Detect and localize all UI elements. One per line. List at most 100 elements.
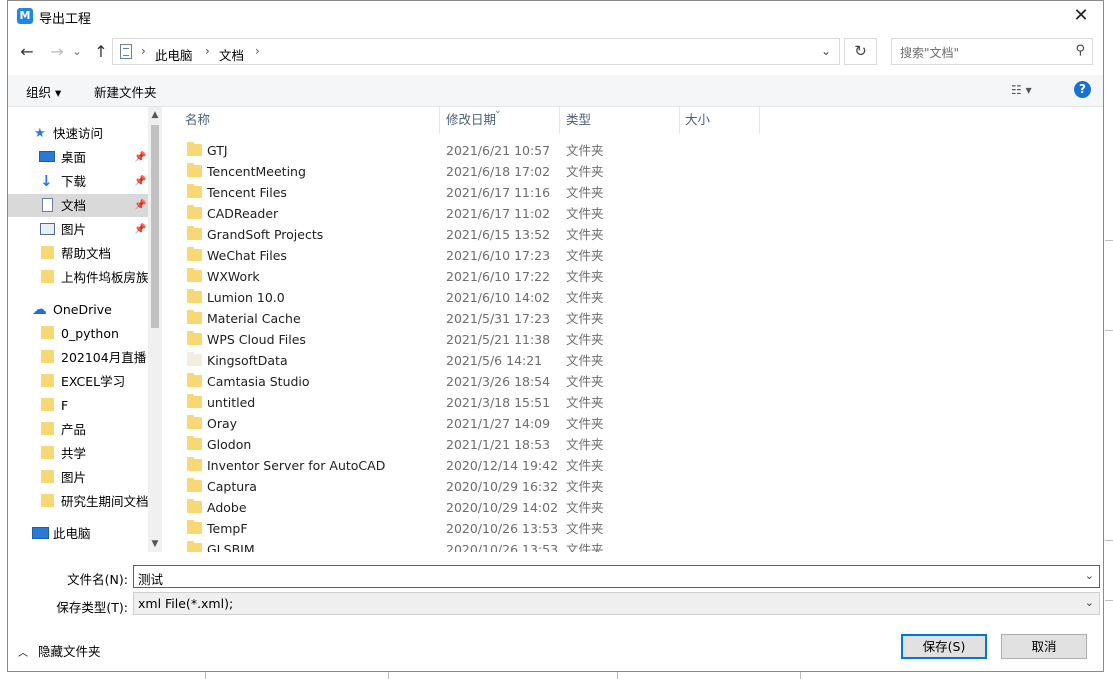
file-type: 文件夹 xyxy=(566,143,604,158)
organize-menu-button[interactable]: 组织 ▾ xyxy=(26,82,61,101)
chevron-down-icon[interactable]: ⌄ xyxy=(1085,596,1094,609)
sidebar-item-this-pc[interactable]: 此电脑 xyxy=(8,522,148,545)
scroll-down-arrow-icon[interactable]: ▼ xyxy=(148,539,162,549)
file-row[interactable]: Captura 2020/10/29 16:32 文件夹 xyxy=(163,476,923,497)
file-row[interactable]: Camtasia Studio 2021/3/26 18:54 文件夹 xyxy=(163,371,923,392)
navigation-pane: ★ 快速访问 桌面 📌 ↓ 下载 📌 文档 📌 图片 📌 帮助文档 上构件坞板房… xyxy=(8,107,162,552)
sidebar-item-component-folder[interactable]: 上构件坞板房族 xyxy=(8,266,149,289)
scrollbar-thumb[interactable] xyxy=(151,125,159,328)
save-button[interactable]: 保存(S) xyxy=(901,634,987,659)
file-modified-date: 2021/6/15 13:52 xyxy=(446,227,551,242)
file-modified-date: 2021/5/31 17:23 xyxy=(446,311,551,326)
search-icon[interactable]: ⚲ xyxy=(1075,43,1085,58)
file-row[interactable]: WeChat Files 2021/6/10 17:23 文件夹 xyxy=(163,245,923,266)
folder-icon xyxy=(187,499,202,513)
breadcrumb-this-pc[interactable]: 此电脑 xyxy=(155,45,193,64)
file-type: 文件夹 xyxy=(566,269,604,284)
sidebar-item-downloads[interactable]: ↓ 下载 📌 xyxy=(8,170,148,193)
navigation-scrollbar[interactable]: ▲ ▼ xyxy=(148,107,162,552)
help-icon[interactable]: ? xyxy=(1074,81,1091,98)
chevron-down-icon[interactable]: ⌄ xyxy=(821,44,831,58)
column-divider xyxy=(759,107,760,134)
column-header-size[interactable]: 大小 xyxy=(685,107,710,134)
sidebar-item-folder[interactable]: 研究生期间文档 xyxy=(8,490,149,513)
file-row[interactable]: Adobe 2020/10/29 14:02 文件夹 xyxy=(163,497,923,518)
sidebar-item-folder[interactable]: 图片 xyxy=(8,466,148,489)
address-bar[interactable]: › 此电脑 › 文档 › ⌄ xyxy=(112,38,840,65)
file-type: 文件夹 xyxy=(566,521,604,536)
filename-value[interactable]: 测试 xyxy=(138,569,163,588)
file-row[interactable]: WXWork 2021/6/10 17:22 文件夹 xyxy=(163,266,923,287)
file-row[interactable]: TempF 2020/10/26 13:53 文件夹 xyxy=(163,518,923,539)
sidebar-item-label: 共学 xyxy=(61,446,87,461)
file-row[interactable]: GrandSoft Projects 2021/6/15 13:52 文件夹 xyxy=(163,224,923,245)
column-header-date[interactable]: 修改日期 xyxy=(446,107,496,134)
folder-icon xyxy=(187,247,202,261)
folder-icon xyxy=(187,205,202,219)
sidebar-item-label: 产品 xyxy=(61,422,87,437)
background-line xyxy=(205,672,206,679)
file-row[interactable]: WPS Cloud Files 2021/5/21 11:38 文件夹 xyxy=(163,329,923,350)
title-bar: M 导出工程 ✕ xyxy=(8,1,1103,32)
file-name: WXWork xyxy=(207,269,260,284)
filetype-select[interactable]: xml File(*.xml); ⌄ xyxy=(133,592,1100,615)
back-button[interactable]: ← xyxy=(16,41,38,63)
column-header-name[interactable]: 名称 xyxy=(185,107,210,134)
file-modified-date: 2020/10/29 14:02 xyxy=(446,500,559,515)
sidebar-item-desktop[interactable]: 桌面 📌 xyxy=(8,146,148,169)
file-row[interactable]: Glodon 2021/1/21 18:53 文件夹 xyxy=(163,434,923,455)
file-row[interactable]: TencentMeeting 2021/6/18 17:02 文件夹 xyxy=(163,161,923,182)
sidebar-item-folder[interactable]: F xyxy=(8,394,148,417)
file-type: 文件夹 xyxy=(566,206,604,221)
file-row[interactable]: KingsoftData 2021/5/6 14:21 文件夹 xyxy=(163,350,923,371)
file-row[interactable]: Lumion 10.0 2021/6/10 14:02 文件夹 xyxy=(163,287,923,308)
command-toolbar: 组织 ▾ 新建文件夹 ☷ ▾ ? xyxy=(8,75,1103,107)
sidebar-item-folder[interactable]: EXCEL学习 xyxy=(8,370,148,393)
file-row[interactable]: Tencent Files 2021/6/17 11:16 文件夹 xyxy=(163,182,923,203)
sidebar-item-label: 桌面 xyxy=(61,150,87,165)
background-line xyxy=(388,672,389,679)
sidebar-item-folder[interactable]: 共学 xyxy=(8,442,148,465)
view-options-button[interactable]: ☷ ▾ xyxy=(1011,83,1032,97)
file-name: Material Cache xyxy=(207,311,301,326)
file-row[interactable]: untitled 2021/3/18 15:51 文件夹 xyxy=(163,392,923,413)
file-row[interactable]: Oray 2021/1/27 14:09 文件夹 xyxy=(163,413,923,434)
sidebar-item-onedrive[interactable]: ☁ OneDrive xyxy=(8,298,148,321)
sidebar-item-label: 202104月直播 xyxy=(61,350,147,365)
refresh-button[interactable]: ↻ xyxy=(844,38,877,65)
file-name: CADReader xyxy=(207,206,279,221)
file-name: KingsoftData xyxy=(207,353,288,368)
sidebar-item-documents[interactable]: 文档 📌 xyxy=(8,194,148,217)
file-name: GTJ xyxy=(207,143,228,158)
filename-field[interactable]: 测试 ⌄ xyxy=(133,565,1100,588)
hide-folders-toggle[interactable]: ︿ 隐藏文件夹 xyxy=(18,641,101,660)
forward-button[interactable]: → xyxy=(46,41,68,63)
star-icon: ★ xyxy=(34,126,46,141)
sidebar-item-label: 快速访问 xyxy=(53,126,104,141)
sidebar-item-folder[interactable]: 202104月直播 xyxy=(8,346,148,369)
file-row[interactable]: Material Cache 2021/5/31 17:23 文件夹 xyxy=(163,308,923,329)
folder-icon xyxy=(187,310,202,324)
chevron-down-icon[interactable]: ⌄ xyxy=(1085,569,1094,582)
recent-locations-button[interactable]: ⌄ xyxy=(70,41,84,63)
file-row[interactable]: CADReader 2021/6/17 11:02 文件夹 xyxy=(163,203,923,224)
sidebar-item-quick-access[interactable]: ★ 快速访问 xyxy=(8,122,148,145)
file-row[interactable]: GLSBIM 2020/10/26 13:53 文件夹 xyxy=(163,539,923,552)
sidebar-item-label: 图片 xyxy=(61,222,87,237)
file-row[interactable]: Inventor Server for AutoCAD 2020/12/14 19… xyxy=(163,455,923,476)
column-divider xyxy=(439,107,440,134)
sidebar-item-folder[interactable]: 0_python xyxy=(8,322,148,345)
close-button[interactable]: ✕ xyxy=(1059,1,1103,32)
new-folder-button[interactable]: 新建文件夹 xyxy=(94,82,157,101)
sidebar-item-pictures[interactable]: 图片 📌 xyxy=(8,218,148,241)
breadcrumb-documents[interactable]: 文档 xyxy=(219,45,244,64)
file-row[interactable]: GTJ 2021/6/21 10:57 文件夹 xyxy=(163,140,923,161)
scroll-up-arrow-icon[interactable]: ▲ xyxy=(148,110,162,120)
search-input[interactable] xyxy=(892,39,1072,66)
cancel-button[interactable]: 取消 xyxy=(1001,634,1087,659)
column-header-type[interactable]: 类型 xyxy=(566,107,591,134)
up-button[interactable]: ↑ xyxy=(90,41,112,63)
sidebar-item-help-docs[interactable]: 帮助文档 xyxy=(8,242,148,265)
sidebar-item-folder[interactable]: 产品 xyxy=(8,418,148,441)
folder-icon xyxy=(41,422,54,435)
